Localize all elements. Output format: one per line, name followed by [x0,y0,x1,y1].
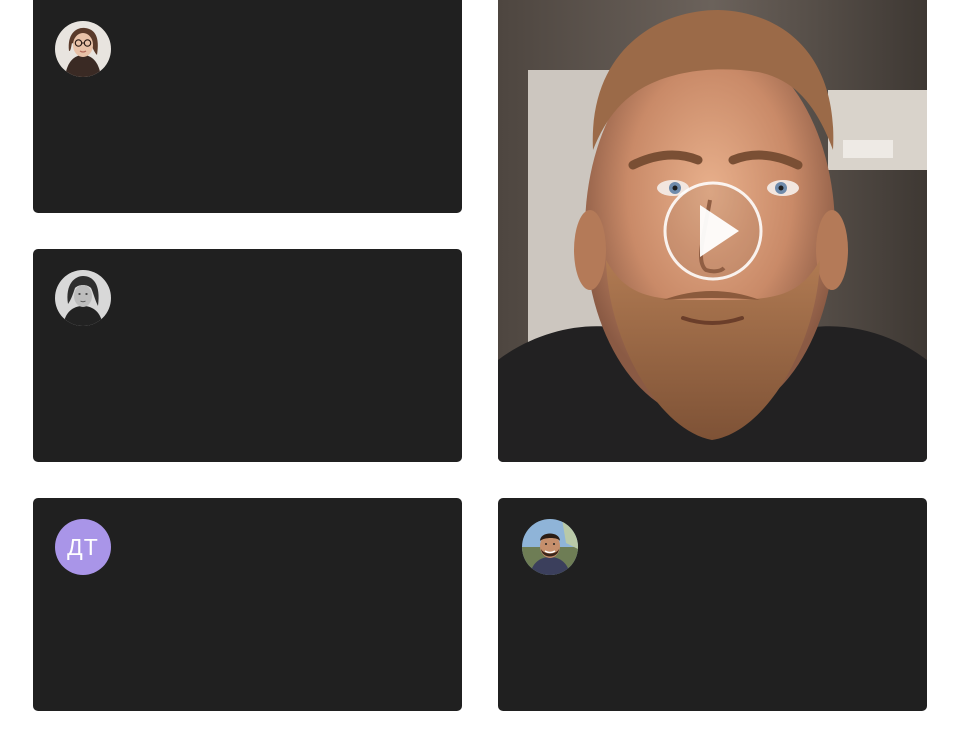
participant-tile-4[interactable] [498,498,927,711]
participant-avatar-4 [522,519,578,575]
video-call-grid: ДТ [0,0,960,747]
video-tile[interactable] [498,0,927,462]
participant-avatar-1 [55,21,111,77]
play-icon [663,181,763,281]
participant-avatar-2 [55,270,111,326]
participant-tile-2[interactable] [33,249,462,462]
play-button[interactable] [663,181,763,281]
participant-avatar-3: ДТ [55,519,111,575]
participant-tile-3[interactable]: ДТ [33,498,462,711]
participant-tile-1[interactable] [33,0,462,213]
